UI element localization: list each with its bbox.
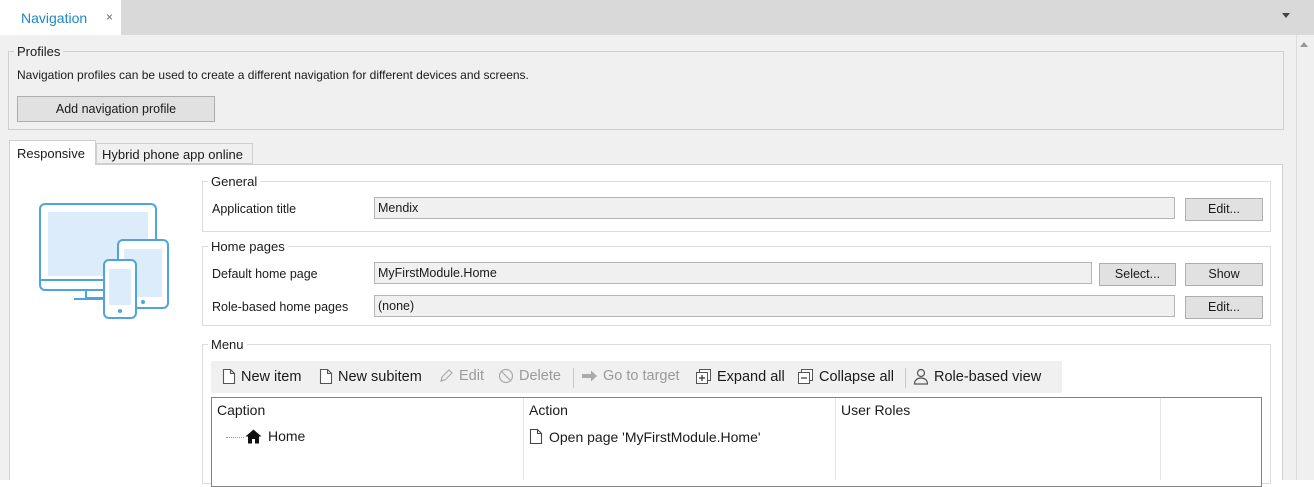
new-subitem-button[interactable]: New subitem (319, 368, 422, 385)
role-based-view-button[interactable]: Role-based view (913, 368, 1041, 385)
default-home-page-select-button[interactable]: Select... (1099, 263, 1176, 286)
column-header-action[interactable]: Action (529, 402, 568, 418)
column-header-caption[interactable]: Caption (217, 402, 265, 418)
default-home-page-field[interactable]: MyFirstModule.Home (374, 262, 1092, 284)
home-icon (245, 429, 262, 443)
collapse-all-button[interactable]: Collapse all (797, 368, 894, 385)
tab-hybrid-label: Hybrid phone app online (102, 147, 243, 162)
go-to-target-label: Go to target (603, 368, 680, 384)
new-item-label: New item (241, 368, 302, 385)
tree-connector-line (226, 437, 244, 438)
edit-label: Edit (459, 368, 484, 384)
table-row[interactable]: Home (245, 428, 305, 444)
pencil-icon (440, 369, 453, 382)
responsive-devices-icon (39, 203, 169, 319)
edit-button[interactable]: Edit (438, 368, 484, 384)
application-title-field[interactable]: Mendix (374, 197, 1175, 219)
toolbar-separator (573, 368, 574, 388)
column-divider (1160, 398, 1161, 480)
general-legend: General (208, 174, 261, 189)
profiles-description: Navigation profiles can be used to creat… (17, 68, 529, 82)
menu-item-action: Open page 'MyFirstModule.Home' (549, 428, 761, 445)
tab-hybrid-phone-app-online[interactable]: Hybrid phone app online (96, 143, 253, 164)
application-title-edit-button[interactable]: Edit... (1185, 198, 1263, 221)
role-based-home-pages-label: Role-based home pages (212, 300, 349, 314)
default-home-page-show-button[interactable]: Show (1185, 263, 1263, 286)
chevron-down-icon[interactable] (1282, 13, 1290, 18)
no-entry-icon (498, 368, 514, 384)
new-item-button[interactable]: New item (222, 368, 301, 385)
role-based-view-label: Role-based view (934, 368, 1042, 385)
add-navigation-profile-button[interactable]: Add navigation profile (17, 96, 215, 122)
close-icon[interactable]: × (106, 10, 113, 24)
expand-all-label: Expand all (717, 368, 785, 385)
tab-responsive[interactable]: Responsive (9, 140, 96, 165)
vertical-scrollbar[interactable] (1296, 35, 1314, 480)
column-header-user-roles[interactable]: User Roles (841, 402, 910, 418)
delete-button[interactable]: Delete (498, 368, 561, 384)
tab-responsive-label: Responsive (17, 146, 85, 161)
go-to-target-button[interactable]: Go to target (581, 368, 680, 384)
collapse-all-label: Collapse all (819, 368, 894, 385)
default-home-page-label: Default home page (212, 267, 318, 281)
document-tab-strip (0, 0, 1314, 35)
document-tab-label: Navigation (21, 10, 88, 26)
new-subitem-label: New subitem (338, 368, 422, 385)
menu-legend: Menu (208, 337, 247, 352)
scroll-up-arrow-icon[interactable] (1300, 42, 1308, 47)
arrow-right-icon (582, 370, 597, 382)
delete-label: Delete (519, 368, 561, 384)
user-icon (913, 368, 929, 385)
menu-item-caption: Home (268, 428, 306, 444)
expand-all-icon (696, 369, 711, 384)
collapse-all-icon (798, 369, 813, 384)
toolbar-separator (905, 368, 906, 388)
page-icon (529, 428, 543, 445)
new-page-icon (319, 368, 333, 385)
column-divider (835, 398, 836, 480)
new-page-icon (222, 368, 236, 385)
application-title-label: Application title (212, 202, 297, 216)
home-pages-legend: Home pages (208, 239, 288, 254)
column-divider (523, 398, 524, 480)
expand-all-button[interactable]: Expand all (695, 368, 785, 385)
profiles-legend: Profiles (14, 44, 64, 59)
role-based-home-pages-edit-button[interactable]: Edit... (1185, 296, 1263, 319)
role-based-home-pages-field[interactable]: (none) (374, 295, 1175, 317)
menu-item-action-cell: Open page 'MyFirstModule.Home' (529, 428, 761, 445)
